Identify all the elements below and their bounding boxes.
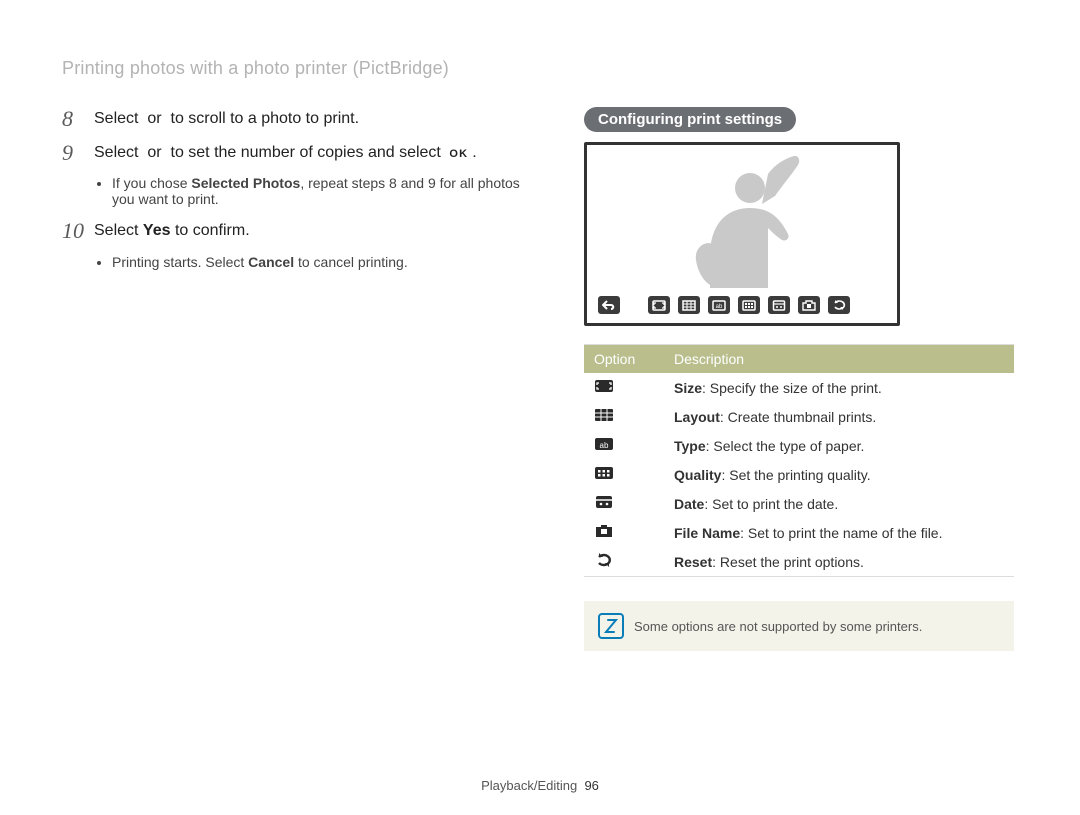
- options-table: Option Description Size: Specify the siz…: [584, 344, 1014, 577]
- option-desc: : Set the printing quality.: [721, 467, 870, 483]
- option-desc: : Set to print the name of the file.: [740, 525, 942, 541]
- filename-icon: [594, 523, 614, 539]
- step-8: 8 Select or to scroll to a photo to prin…: [62, 107, 528, 131]
- note-info-icon: [598, 613, 624, 639]
- date-icon: [594, 494, 614, 510]
- text: .: [472, 144, 476, 161]
- bullet: Printing starts. Select Cancel to cancel…: [112, 254, 528, 270]
- step-9: 9 Select or to set the number of copies …: [62, 141, 528, 165]
- text: to scroll to a photo to print.: [166, 110, 359, 127]
- text: to set the number of copies and select: [166, 144, 445, 161]
- option-desc: : Reset the print options.: [712, 554, 864, 570]
- ok-button-label: OK: [445, 148, 472, 161]
- text: to cancel printing.: [294, 254, 408, 270]
- type-icon: ab: [594, 436, 614, 452]
- filename-icon[interactable]: [798, 296, 820, 314]
- svg-text:ab: ab: [600, 441, 609, 450]
- step-number: 10: [62, 219, 84, 243]
- text: Select: [94, 222, 143, 239]
- layout-icon[interactable]: [678, 296, 700, 314]
- text: Printing starts. Select: [112, 254, 248, 270]
- note-text: Some options are not supported by some p…: [634, 619, 922, 634]
- reset-icon[interactable]: [828, 296, 850, 314]
- table-row: ab Type: Select the type of paper.: [584, 431, 1014, 460]
- back-icon[interactable]: [598, 296, 620, 314]
- step-number: 8: [62, 107, 84, 131]
- reset-icon: [594, 552, 614, 568]
- section-heading-pill: Configuring print settings: [584, 107, 796, 132]
- option-label: Type: [674, 438, 706, 454]
- table-header-description: Description: [664, 345, 1014, 374]
- step-body: Select or to scroll to a photo to print.: [94, 107, 359, 131]
- option-label: Size: [674, 380, 702, 396]
- table-row: Quality: Set the printing quality.: [584, 460, 1014, 489]
- option-label: Date: [674, 496, 704, 512]
- table-row: Reset: Reset the print options.: [584, 547, 1014, 577]
- option-desc: : Specify the size of the print.: [702, 380, 882, 396]
- step-10-substeps: Printing starts. Select Cancel to cancel…: [94, 254, 528, 270]
- text: If you chose: [112, 175, 191, 191]
- preview-toolbar: ab: [594, 294, 890, 316]
- size-icon: [594, 378, 614, 394]
- table-header-option: Option: [584, 345, 664, 374]
- quality-icon[interactable]: [738, 296, 760, 314]
- option-label: Reset: [674, 554, 712, 570]
- bold-text: Selected Photos: [191, 175, 300, 191]
- right-column: Configuring print settings: [584, 107, 1014, 651]
- note-box: Some options are not supported by some p…: [584, 601, 1014, 651]
- step-body: Select Yes to confirm.: [94, 219, 250, 243]
- quality-icon: [594, 465, 614, 481]
- svg-text:ab: ab: [716, 304, 723, 310]
- footer-page-number: 96: [584, 778, 598, 793]
- text: Select: [94, 110, 143, 127]
- table-row: Layout: Create thumbnail prints.: [584, 402, 1014, 431]
- camera-preview: ab: [590, 148, 894, 320]
- option-desc: : Select the type of paper.: [706, 438, 865, 454]
- left-column: 8 Select or to scroll to a photo to prin…: [62, 107, 528, 651]
- date-icon[interactable]: [768, 296, 790, 314]
- option-desc: : Set to print the date.: [704, 496, 838, 512]
- option-label: File Name: [674, 525, 740, 541]
- option-desc: : Create thumbnail prints.: [720, 409, 876, 425]
- table-row: Date: Set to print the date.: [584, 489, 1014, 518]
- step-10: 10 Select Yes to confirm.: [62, 219, 528, 243]
- layout-icon: [594, 407, 614, 423]
- step-number: 9: [62, 141, 84, 165]
- text: Select: [94, 144, 143, 161]
- bold-text: Yes: [143, 222, 171, 239]
- page-footer: Playback/Editing 96: [0, 778, 1080, 793]
- option-label: Layout: [674, 409, 720, 425]
- camera-preview-frame: ab: [584, 142, 900, 326]
- text: or: [143, 110, 166, 127]
- type-icon[interactable]: ab: [708, 296, 730, 314]
- page-title: Printing photos with a photo printer (Pi…: [62, 58, 1018, 79]
- table-row: File Name: Set to print the name of the …: [584, 518, 1014, 547]
- step-9-substeps: If you chose Selected Photos, repeat ste…: [94, 175, 528, 207]
- size-icon[interactable]: [648, 296, 670, 314]
- table-row: Size: Specify the size of the print.: [584, 373, 1014, 402]
- bullet: If you chose Selected Photos, repeat ste…: [112, 175, 528, 207]
- text: or: [143, 144, 166, 161]
- option-label: Quality: [674, 467, 721, 483]
- text: to confirm.: [171, 222, 250, 239]
- silhouette-icon: [680, 156, 830, 288]
- footer-section: Playback/Editing: [481, 778, 577, 793]
- bold-text: Cancel: [248, 254, 294, 270]
- step-body: Select or to set the number of copies an…: [94, 141, 477, 165]
